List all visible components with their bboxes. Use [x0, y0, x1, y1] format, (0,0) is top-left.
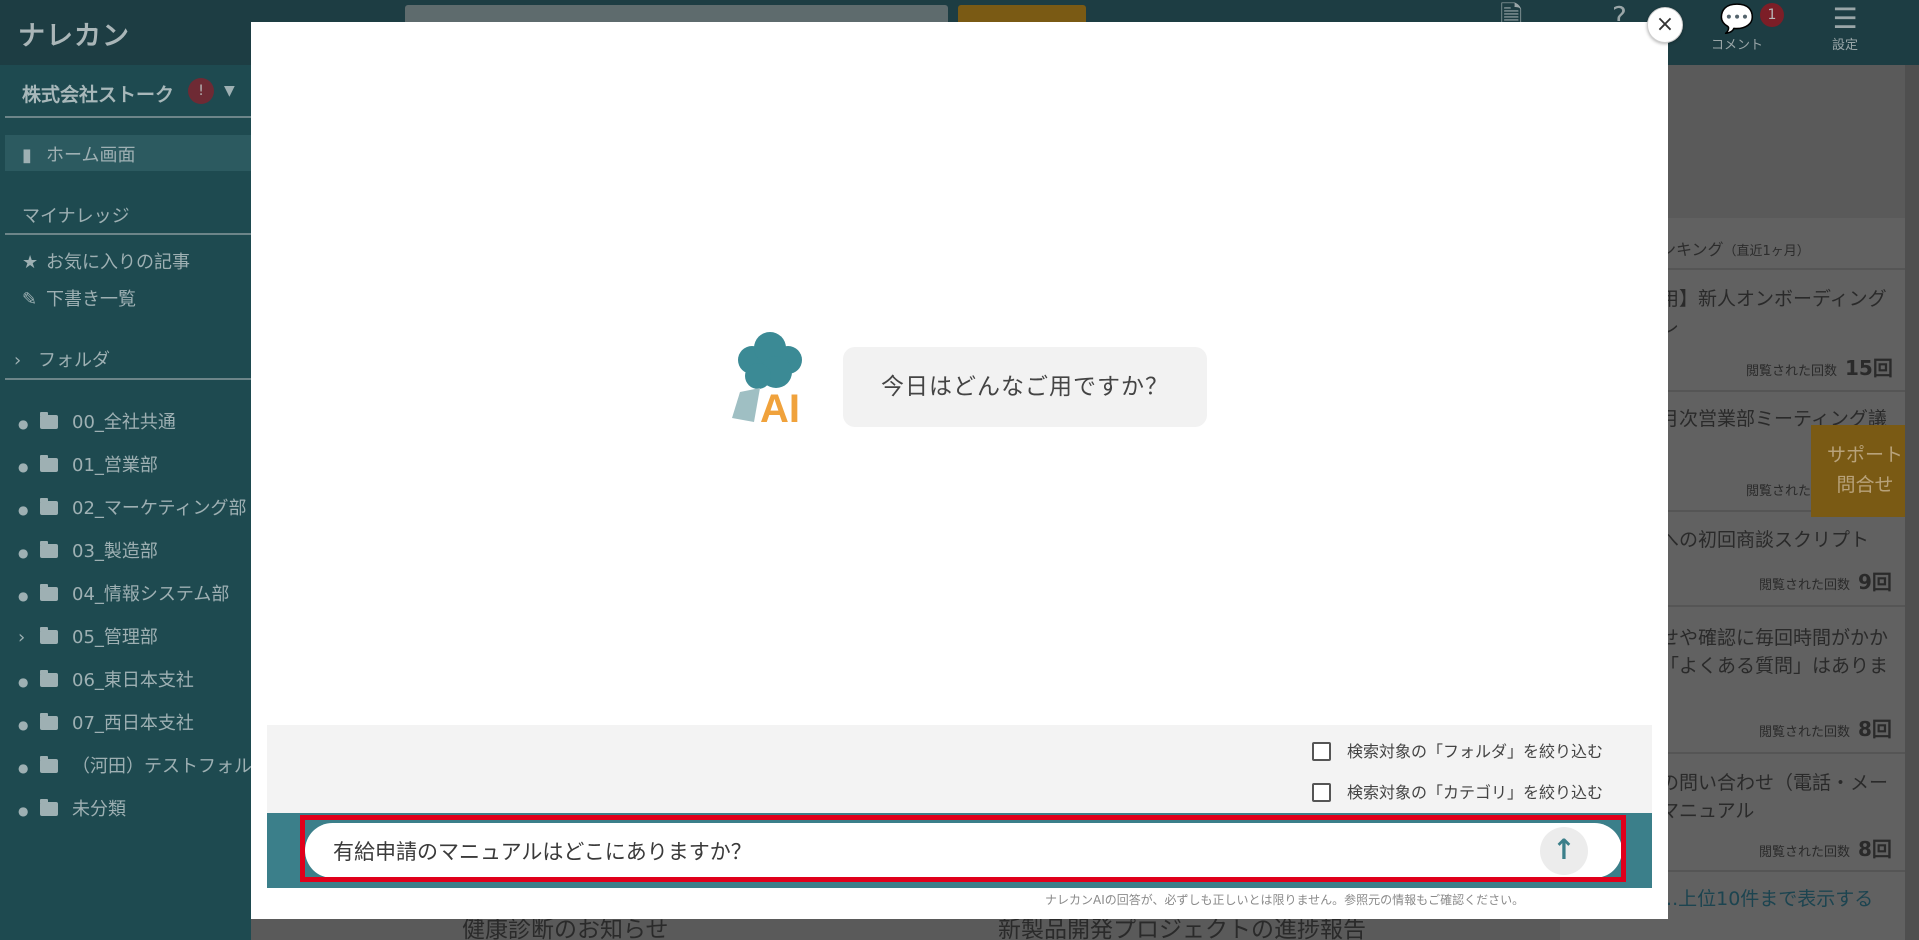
pencil-icon: ✎ [22, 289, 38, 310]
sidebar-item-drafts[interactable]: ✎ 下書き一覧 [22, 285, 136, 311]
scrollbar[interactable] [1905, 65, 1919, 940]
chevron-right-icon: › [14, 350, 22, 371]
ranking-item-views: 閲覧された回数 8回 [1759, 837, 1892, 861]
ai-logo: AI [732, 332, 802, 430]
folder-icon [40, 541, 58, 558]
divider [5, 233, 251, 235]
settings-label: 設定 [1831, 38, 1858, 53]
ranking-item-title[interactable]: への初回商談スクリプト [1660, 525, 1869, 555]
company-alert-badge: ! [188, 78, 214, 104]
folder-icon [40, 412, 58, 429]
folder-item[interactable]: ● （河田）テストフォル [18, 752, 252, 778]
folder-icon [40, 455, 58, 472]
divider [5, 378, 251, 380]
divider [5, 116, 251, 118]
ranking-item-title[interactable]: 用】新人オンボーディング [1660, 284, 1887, 314]
comment-label: コメント [1710, 38, 1763, 53]
sidebar-folder-section[interactable]: › フォルダ [14, 346, 110, 372]
folder-icon [40, 799, 58, 816]
category-filter-checkbox[interactable]: 検索対象の「カテゴリ」を絞り込む [1312, 779, 1603, 803]
checkbox[interactable] [1312, 742, 1331, 761]
menu-icon: ☰ [1832, 2, 1858, 35]
folder-icon [40, 498, 58, 515]
folder-item[interactable]: ● 01_営業部 [18, 451, 158, 477]
comment-button[interactable]: 💬 コメント [1707, 2, 1767, 54]
star-icon: ★ [22, 252, 39, 273]
ranking-item-title[interactable]: の問い合わせ（電話・メー [1660, 768, 1888, 798]
ranking-item-title[interactable]: 「よくある質問」はありま [1660, 651, 1888, 681]
comment-icon: 💬 [1719, 2, 1755, 35]
sidebar-item-home-label[interactable]: ▮ ホーム画面 [22, 141, 135, 167]
settings-button[interactable]: ☰ 設定 [1827, 2, 1863, 54]
chevron-right-icon[interactable]: › [18, 627, 40, 648]
folder-item[interactable]: ● 00_全社共通 [18, 408, 176, 434]
comment-badge: 1 [1760, 3, 1784, 27]
folder-item[interactable]: ● 03_製造部 [18, 537, 158, 563]
folder-item[interactable]: ● 06_東日本支社 [18, 666, 194, 692]
folder-icon [40, 756, 58, 773]
folder-item[interactable]: ● 02_マーケティング部 [18, 494, 246, 520]
sidebar: 株式会社ストーク ! ▼ ▮ ホーム画面 マイナレッジ ★ お気に入りの記事 ✎ 下書… [0, 65, 252, 940]
folder-icon [40, 584, 58, 601]
my-knowledge-heading: マイナレッジ [22, 206, 130, 227]
disclaimer-text: ナレカンAIの回答が、必ずしも正しいとは限りません。参照元の情報もご確認ください… [1045, 893, 1525, 907]
ranking-heading: ンキング（直近1ヶ月） [1660, 240, 1810, 259]
folder-item[interactable]: ● 未分類 [18, 795, 126, 821]
ai-logo-text: AI [760, 387, 800, 430]
ranking-item-title[interactable]: マニュアル [1660, 796, 1754, 826]
folder-item[interactable]: ● 04_情報システム部 [18, 580, 229, 606]
ranking-item-title[interactable]: せや確認に毎回時間がかか [1660, 623, 1888, 653]
folder-filter-checkbox[interactable]: 検索対象の「フォルダ」を絞り込む [1312, 738, 1603, 762]
clipboard-icon: ▮ [22, 145, 32, 166]
close-button[interactable]: × [1647, 7, 1683, 43]
highlight-box [300, 815, 1626, 882]
folder-item[interactable]: ● 07_西日本支社 [18, 709, 194, 735]
folder-icon [40, 670, 58, 687]
ranking-item-views: 閲覧された回数 15回 [1746, 356, 1893, 380]
app-logo[interactable]: ナレカン [18, 14, 130, 53]
support-button[interactable]: サポート 問合せ [1811, 425, 1919, 517]
ranking-item-views: 閲覧された回数 8回 [1759, 717, 1892, 741]
folder-icon [40, 713, 58, 730]
show-top-10-link[interactable]: ...上位10件まで表示する [1660, 884, 1873, 911]
folder-icon [40, 627, 58, 644]
checkbox[interactable] [1312, 783, 1331, 802]
company-name[interactable]: 株式会社ストーク [22, 80, 174, 107]
sidebar-item-favorites[interactable]: ★ お気に入りの記事 [22, 248, 190, 274]
folder-item[interactable]: › 05_管理部 [18, 623, 158, 649]
greeting-bubble: 今日はどんなご用ですか？ [843, 347, 1207, 427]
caret-down-icon[interactable]: ▼ [224, 83, 235, 99]
ranking-item-views: 閲覧された回数 9回 [1759, 570, 1892, 594]
